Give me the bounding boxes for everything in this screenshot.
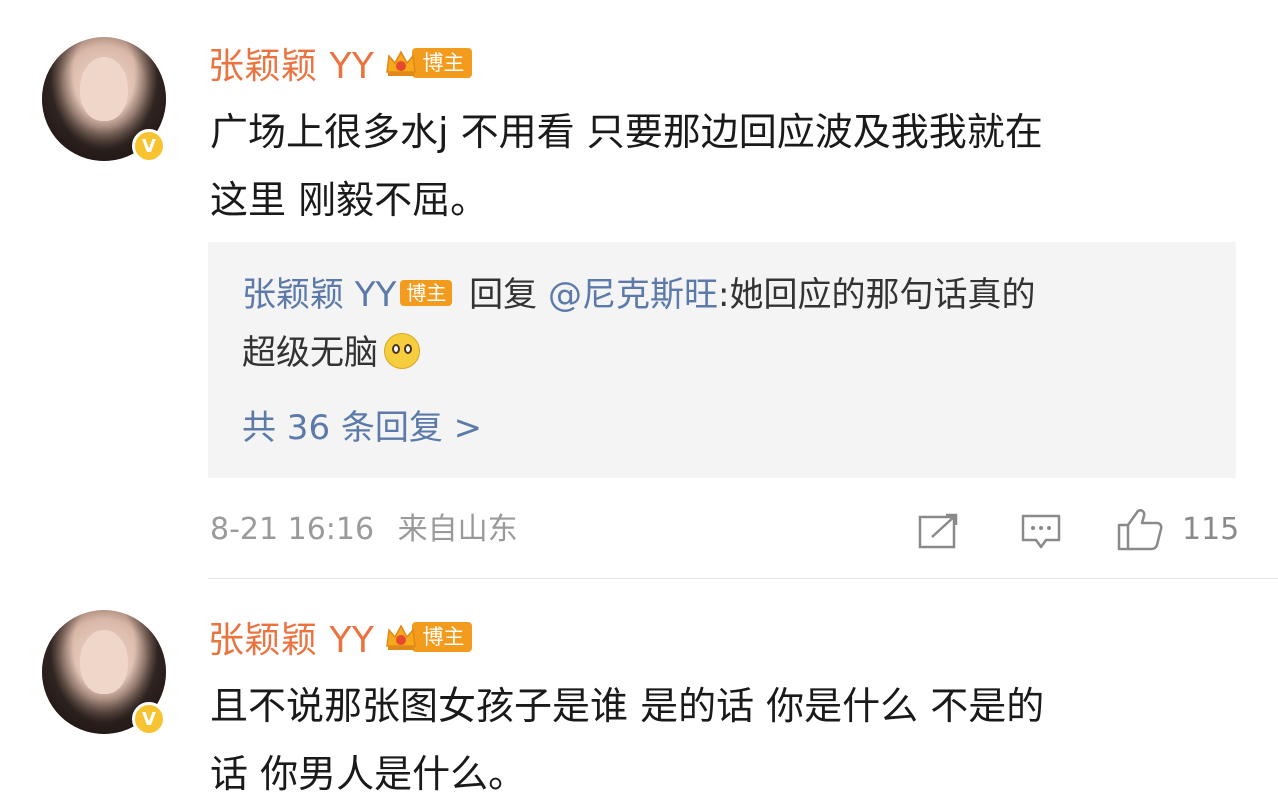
- comment-actions: 115: [0, 505, 1278, 555]
- reply-author-tag: 博主: [400, 279, 453, 306]
- crown-icon: [386, 624, 417, 650]
- avatar-face: [80, 630, 128, 694]
- comment-text-line: 广场上很多水j 不用看 只要那边回应波及我我就在: [210, 110, 1043, 154]
- comment-text-line: 且不说那张图女孩子是谁 是的话 你是什么 不是的: [210, 684, 1045, 728]
- author-tag: 博主: [384, 46, 473, 80]
- avatar-face: [80, 57, 128, 121]
- comment-text: 且不说那张图女孩子是谁 是的话 你是什么 不是的 话 你男人是什么。: [210, 672, 1220, 808]
- comment-icon[interactable]: [1020, 513, 1062, 551]
- reply-text-part: 超级无脑: [242, 333, 378, 373]
- verified-badge-icon: V: [132, 129, 166, 163]
- reply-content: 张颖颖 YY 博主 回复 @尼克斯旺:她回应的那句话真的 超级无脑: [242, 266, 1202, 382]
- thumbs-up-icon[interactable]: [1116, 507, 1164, 551]
- pitiful-face-emoji-icon: [384, 332, 420, 369]
- view-more-replies-link[interactable]: 共 36 条回复 >: [242, 406, 482, 450]
- crown-icon: [386, 50, 417, 76]
- reply-username-link[interactable]: 张颖颖 YY: [242, 275, 396, 315]
- avatar[interactable]: V: [42, 37, 166, 163]
- comment-text: 广场上很多水j 不用看 只要那边回应波及我我就在 这里 刚毅不屈。: [210, 98, 1220, 234]
- like-count: 115: [1182, 512, 1240, 547]
- author-tag-label: 博主: [412, 622, 473, 652]
- comment-header: 张颖颖 YY 博主: [208, 611, 473, 663]
- verified-badge-icon: V: [132, 702, 166, 736]
- reply-preview[interactable]: 张颖颖 YY 博主 回复 @尼克斯旺:她回应的那句话真的 超级无脑 共 36 条回…: [208, 242, 1236, 478]
- reply-text-part: :她回应的那句话真的: [717, 275, 1036, 315]
- username-link[interactable]: 张颖颖 YY: [208, 611, 374, 663]
- avatar[interactable]: V: [42, 610, 166, 736]
- comment-header: 张颖颖 YY 博主: [208, 37, 473, 89]
- reply-word: 回复: [469, 275, 538, 315]
- comment-text-line: 话 你男人是什么。: [210, 752, 527, 796]
- mention-link[interactable]: @尼克斯旺: [548, 275, 718, 315]
- share-icon[interactable]: [918, 513, 960, 549]
- comment-text-line: 这里 刚毅不屈。: [210, 178, 489, 222]
- username-link[interactable]: 张颖颖 YY: [208, 37, 374, 89]
- author-tag: 博主: [384, 620, 473, 654]
- author-tag-label: 博主: [412, 48, 473, 78]
- divider: [208, 578, 1278, 579]
